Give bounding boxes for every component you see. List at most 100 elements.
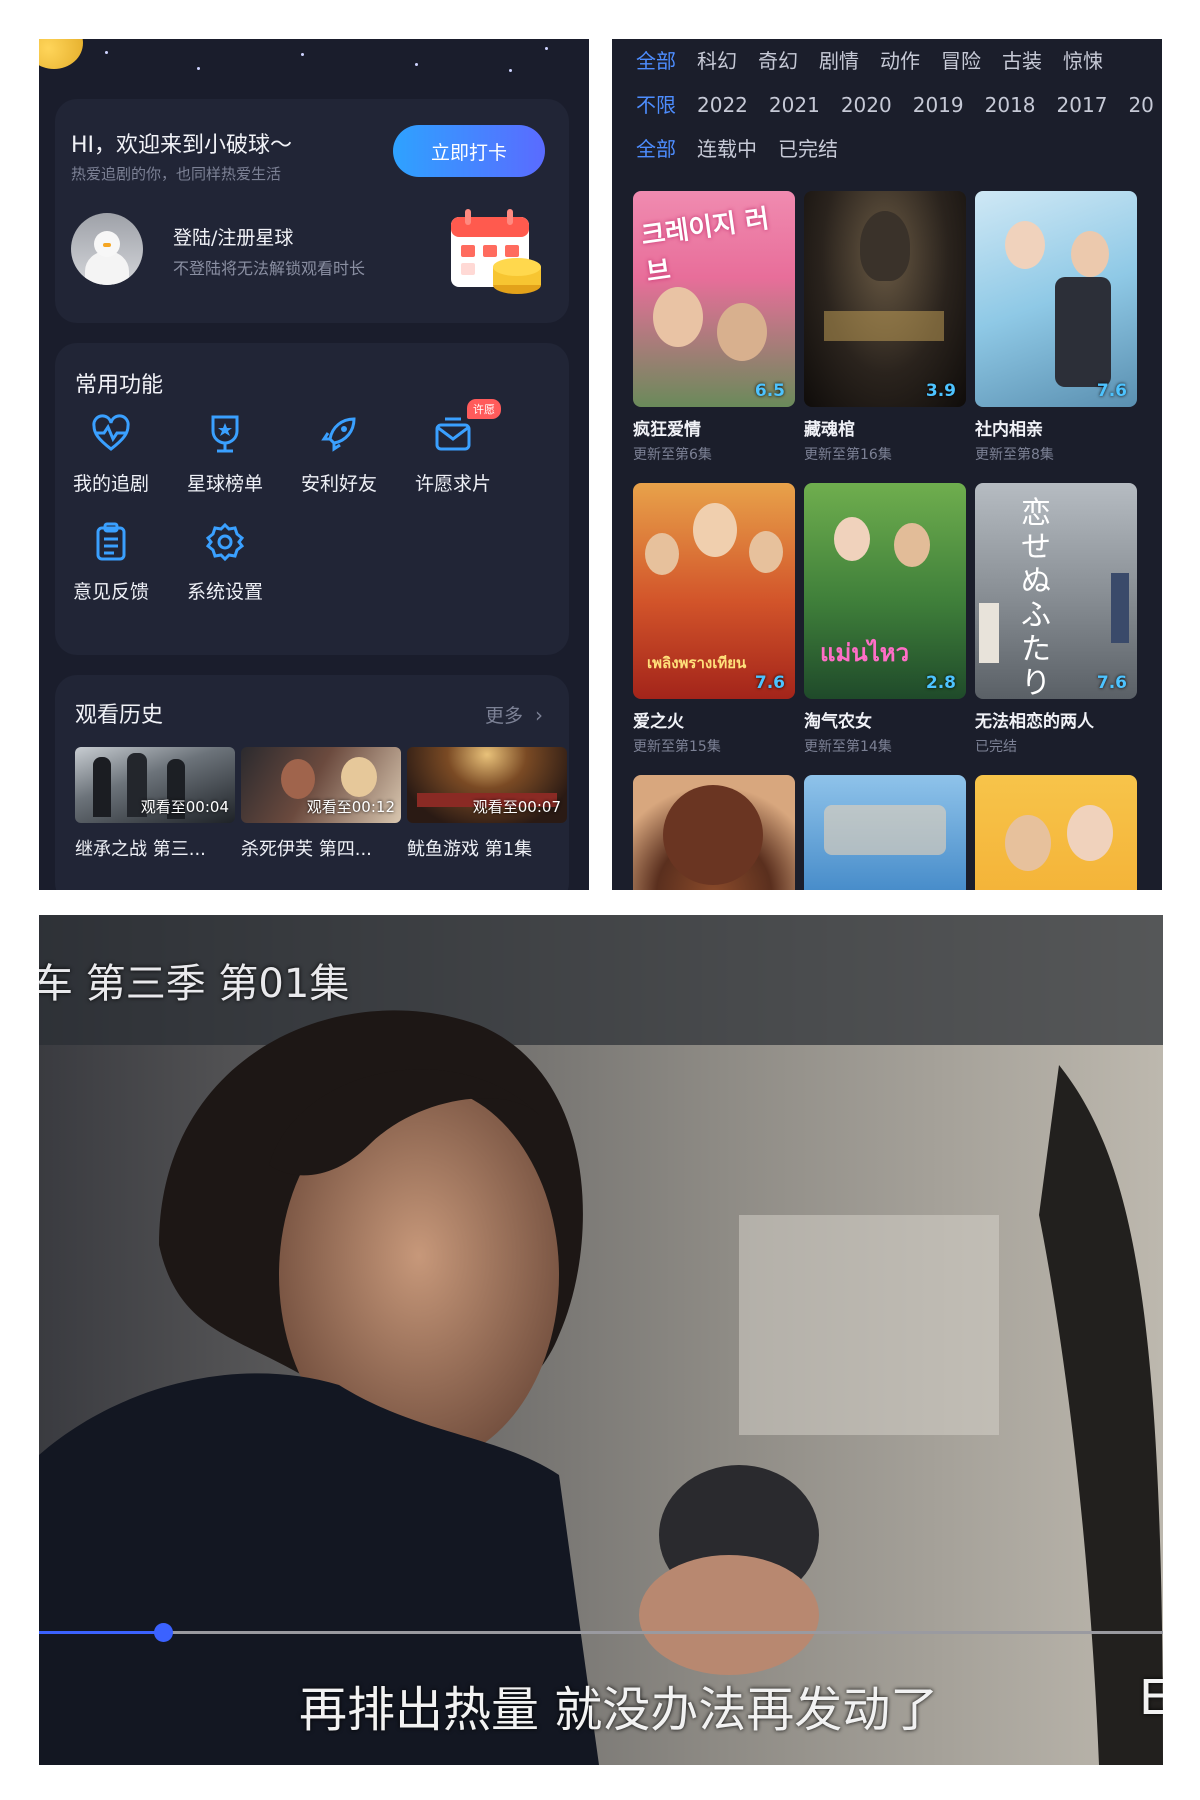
- show-card[interactable]: แม่นไหว 2.8 淘气农女 更新至第14集: [804, 483, 966, 756]
- poster-logo-text: แม่นไหว: [820, 639, 910, 667]
- envelope-icon: [435, 417, 471, 451]
- section-title: 常用功能: [75, 373, 164, 398]
- year-filter[interactable]: 2020: [841, 93, 892, 117]
- star-background: [39, 39, 589, 99]
- moon-icon: [39, 39, 83, 69]
- genre-filter[interactable]: 惊悚: [1063, 45, 1103, 74]
- trophy-icon: [211, 415, 239, 453]
- rating-score: 6.5: [754, 381, 785, 401]
- show-poster: [633, 775, 795, 890]
- year-filter[interactable]: 2017: [1057, 93, 1108, 117]
- feedback-button[interactable]: 意见反馈: [51, 521, 171, 621]
- checkin-button[interactable]: 立即打卡: [393, 125, 545, 177]
- progress-track[interactable]: [39, 1631, 1163, 1634]
- genre-filter[interactable]: 科幻: [697, 45, 737, 74]
- show-card[interactable]: 7.6 社内相亲 更新至第8集: [975, 191, 1137, 464]
- profile-screen: HI，欢迎来到小破球～ 热爱追剧的你，也同样热爱生活 立即打卡 登陆/注册星球 …: [39, 39, 589, 890]
- show-card[interactable]: [633, 775, 795, 890]
- history-title: 鱿鱼游戏 第1集: [407, 839, 533, 860]
- genre-filter-all[interactable]: 全部: [636, 45, 676, 74]
- ranking-button[interactable]: 星球榜单: [165, 413, 285, 513]
- year-filter[interactable]: 2019: [913, 93, 964, 117]
- year-filter[interactable]: 2022: [697, 93, 748, 117]
- show-poster: แม่นไหว 2.8: [804, 483, 966, 699]
- video-frame: [39, 915, 1163, 1765]
- show-card[interactable]: 恋せぬふたり 7.6 无法相恋的两人 已完结: [975, 483, 1137, 756]
- status-filter[interactable]: 已完结: [778, 133, 838, 162]
- subtitle-text-edge: E: [1139, 1670, 1163, 1726]
- show-card[interactable]: 3.9 藏魂棺 更新至第16集: [804, 191, 966, 464]
- login-register-link[interactable]: 登陆/注册星球: [173, 223, 293, 250]
- history-item[interactable]: 观看至00:12 杀死伊芙 第四...: [241, 747, 401, 861]
- function-label: 安利好友: [300, 473, 377, 495]
- chevron-right-icon[interactable]: ›: [535, 703, 543, 727]
- wish-request-button[interactable]: 许愿 许愿求片: [393, 399, 513, 513]
- show-title: 疯狂爱情: [633, 420, 701, 440]
- watch-progress: 观看至00:04: [140, 798, 229, 816]
- show-card[interactable]: [804, 775, 966, 890]
- show-poster: 크레이지 러브 6.5: [633, 191, 795, 407]
- show-status: 已完结: [975, 739, 1017, 755]
- year-filter-any[interactable]: 不限: [636, 89, 676, 118]
- genre-filter-row: 全部 科幻 奇幻 剧情 动作 冒险 古装 惊悚: [636, 45, 1124, 75]
- browse-screen: 全部 科幻 奇幻 剧情 动作 冒险 古装 惊悚 不限 2022 2021 2020 2019 2018 2…: [612, 39, 1162, 890]
- history-title: 继承之战 第三...: [75, 839, 206, 860]
- my-shows-button[interactable]: 我的追剧: [51, 413, 171, 513]
- genre-filter[interactable]: 动作: [880, 45, 920, 74]
- welcome-subtitle: 热爱追剧的你，也同样热爱生活: [71, 165, 282, 183]
- genre-filter[interactable]: 奇幻: [758, 45, 798, 74]
- gear-icon: [205, 522, 245, 562]
- rating-score: 7.6: [754, 673, 785, 693]
- status-filter-row: 全部 连载中 已完结: [636, 133, 859, 163]
- show-status: 更新至第8集: [975, 447, 1054, 463]
- watch-history-card: 观看历史 更多 › 观看至00:04 继承之战 第三... 观看至00:12 杀…: [55, 675, 569, 890]
- genre-filter[interactable]: 冒险: [941, 45, 981, 74]
- rating-score: 7.6: [1096, 673, 1127, 693]
- section-title: 观看历史: [75, 703, 164, 728]
- show-card[interactable]: [975, 775, 1137, 890]
- show-status: 更新至第14集: [804, 739, 892, 755]
- show-poster: 7.6: [975, 191, 1137, 407]
- progress-handle[interactable]: [153, 1623, 173, 1642]
- history-thumbnail: 观看至00:12: [241, 747, 401, 823]
- welcome-title: HI，欢迎来到小破球～: [71, 133, 293, 158]
- function-label: 意见反馈: [72, 581, 149, 603]
- recommend-friends-button[interactable]: 安利好友: [279, 413, 399, 513]
- year-filter[interactable]: 2018: [985, 93, 1036, 117]
- year-filter[interactable]: 2021: [769, 93, 820, 117]
- genre-filter[interactable]: 剧情: [819, 45, 859, 74]
- history-item[interactable]: 观看至00:04 继承之战 第三...: [75, 747, 235, 861]
- status-filter[interactable]: 连载中: [697, 133, 757, 162]
- show-status: 更新至第6集: [633, 447, 712, 463]
- progress-fill: [39, 1631, 163, 1634]
- genre-filter[interactable]: 古装: [1002, 45, 1042, 74]
- history-title: 杀死伊芙 第四...: [241, 839, 372, 860]
- show-poster: เพลิงพรางเทียน 7.6: [633, 483, 795, 699]
- status-filter-all[interactable]: 全部: [636, 133, 676, 162]
- star-icon: [509, 69, 512, 72]
- poster-logo-text: เพลิงพรางเทียน: [647, 654, 747, 672]
- year-filter[interactable]: 20: [1128, 93, 1153, 117]
- show-title: 社内相亲: [975, 420, 1043, 440]
- show-card[interactable]: เพลิงพรางเทียน 7.6 爱之火 更新至第15集: [633, 483, 795, 756]
- settings-button[interactable]: 系统设置: [165, 521, 285, 621]
- avatar[interactable]: [71, 213, 143, 285]
- poster-logo-text: 크레이지 러브: [639, 203, 772, 289]
- episode-title: 车 第三季 第01集: [39, 961, 350, 1007]
- common-functions-card: 常用功能 我的追剧 星球榜单 安利好友 许愿 许愿求片 意见反馈 系统设置: [55, 343, 569, 655]
- show-title: 淘气农女: [804, 712, 872, 732]
- show-title: 无法相恋的两人: [975, 712, 1094, 732]
- history-item[interactable]: 观看至00:07 鱿鱼游戏 第1集: [407, 747, 567, 861]
- star-icon: [105, 51, 108, 54]
- show-card[interactable]: 크레이지 러브 6.5 疯狂爱情 更新至第6集: [633, 191, 795, 464]
- heart-pulse-icon: [92, 414, 130, 451]
- star-icon: [301, 53, 304, 56]
- history-thumbnail: 观看至00:04: [75, 747, 235, 823]
- rocket-icon: [321, 417, 356, 452]
- rating-score: 7.6: [1096, 381, 1127, 401]
- show-poster: 3.9: [804, 191, 966, 407]
- function-label: 系统设置: [186, 581, 263, 603]
- more-link[interactable]: 更多: [485, 701, 523, 728]
- show-status: 更新至第15集: [633, 739, 721, 755]
- video-player[interactable]: 车 第三季 第01集 再排出热量 就没办法再发动了 E: [39, 915, 1163, 1765]
